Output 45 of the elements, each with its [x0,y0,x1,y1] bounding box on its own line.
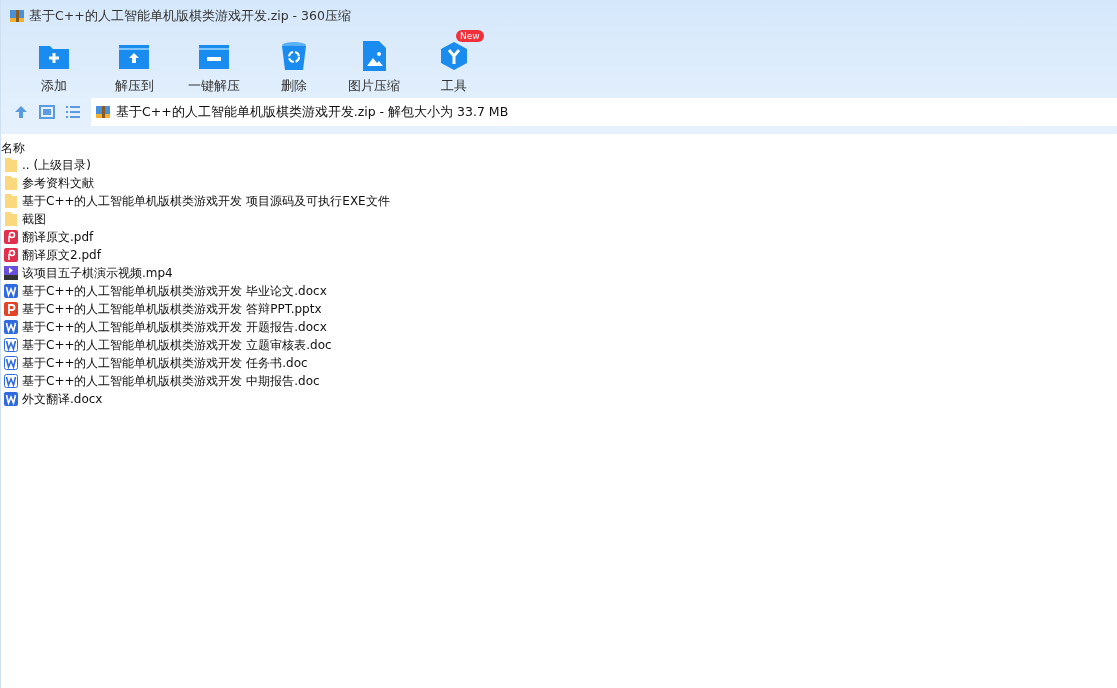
toolbar-button[interactable]: 删除 [254,32,334,98]
file-name[interactable]: 基于C++的人工智能单机版棋类游戏开发 开题报告.docx [22,318,327,336]
toolbar-button[interactable]: 添加 [14,32,94,98]
file-name[interactable]: 参考资料文献 [22,174,94,192]
toolbar-button[interactable]: 解压到 [94,32,174,98]
file-name[interactable]: 外文翻译.docx [22,390,103,408]
file-name[interactable]: 翻译原文.pdf [22,228,94,246]
file-name[interactable]: 基于C++的人工智能单机版棋类游戏开发 中期报告.doc [22,372,320,390]
file-name[interactable]: 基于C++的人工智能单机版棋类游戏开发 立题审核表.doc [22,336,332,354]
word-file-icon [3,355,19,371]
word-file-icon [3,319,19,335]
file-name[interactable]: .. (上级目录) [22,156,91,174]
file-name[interactable]: 基于C++的人工智能单机版棋类游戏开发 任务书.doc [22,354,308,372]
folder-icon [3,157,19,173]
word-file-icon [3,283,19,299]
video-file-icon [3,265,19,281]
toolbar-button[interactable]: New 工具 [414,32,494,98]
file-name[interactable]: 基于C++的人工智能单机版棋类游戏开发 项目源码及可执行EXE文件 [22,192,390,210]
folder-icon [3,211,19,227]
column-header[interactable]: 名称 [1,140,1117,156]
file-name[interactable]: 翻译原文2.pdf [22,246,101,264]
up-arrow-icon[interactable] [13,104,29,120]
presentation-file-icon [3,301,19,317]
archive-icon [95,104,111,120]
path-text: 基于C++的人工智能单机版棋类游戏开发.zip - 解包大小为 33.7 MB [116,103,509,121]
word-file-icon [3,373,19,389]
hexagon-tools-icon [438,40,470,72]
new-badge: New [456,30,484,42]
word-file-icon [3,391,19,407]
pdf-file-icon [3,229,19,245]
path-field[interactable]: 基于C++的人工智能单机版棋类游戏开发.zip - 解包大小为 33.7 MB [91,98,1117,126]
file-name[interactable]: 该项目五子棋演示视频.mp4 [22,264,173,282]
view-icon[interactable] [39,104,55,120]
toolbar-button[interactable]: 图片压缩 [334,32,414,98]
folder-icon [3,193,19,209]
list-view-icon[interactable] [65,104,81,120]
archive-icon [9,8,25,24]
file-name[interactable]: 截图 [22,210,46,228]
file-name[interactable]: 基于C++的人工智能单机版棋类游戏开发 毕业论文.docx [22,282,327,300]
pdf-file-icon [3,247,19,263]
file-name[interactable]: 基于C++的人工智能单机版棋类游戏开发 答辩PPT.pptx [22,300,322,318]
word-file-icon [3,337,19,353]
window-title: 基于C++的人工智能单机版棋类游戏开发.zip - 360压缩 [29,7,351,25]
folder-icon [3,175,19,191]
toolbar-button[interactable]: 一键解压 [174,32,254,98]
